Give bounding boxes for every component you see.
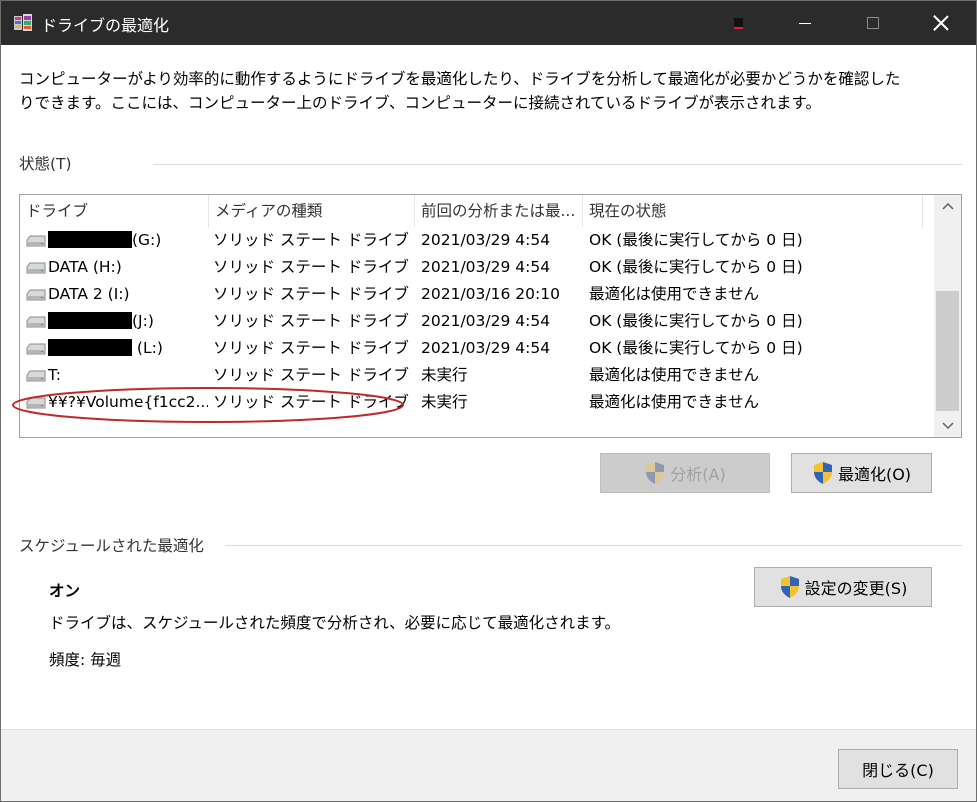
title-bar[interactable]: ドライブの最適化 xyxy=(1,1,976,45)
window-title: ドライブの最適化 xyxy=(41,16,170,35)
drive-media-type: ソリッド ステート ドライブ xyxy=(213,285,409,303)
analyze-button-label: 分析(A) xyxy=(670,465,726,484)
drive-current-status: OK (最後に実行してから 0 日) xyxy=(589,312,803,330)
change-settings-button-label: 設定の変更(S) xyxy=(804,579,908,598)
schedule-description: ドライブは、スケジュールされた頻度で分析され、必要に応じて最適化されます。 xyxy=(49,614,621,632)
column-header-drive[interactable]: ドライブ xyxy=(20,195,209,227)
drive-name: (G:) xyxy=(48,227,208,254)
drive-name-text: DATA 2 (I:) xyxy=(48,285,130,303)
drive-icon xyxy=(26,316,46,328)
drive-current-status: 最適化は使用できません xyxy=(589,366,760,384)
drive-row[interactable]: (L:) ソリッド ステート ドライブ 2021/03/29 4:54 OK (最後に… xyxy=(20,335,934,362)
drive-current-status: OK (最後に実行してから 0 日) xyxy=(589,231,803,249)
status-divider xyxy=(153,164,962,165)
schedule-state: オン xyxy=(49,582,81,600)
drive-last-run: 2021/03/16 20:10 xyxy=(421,285,560,303)
drive-row[interactable]: T: ソリッド ステート ドライブ 未実行 最適化は使用できません xyxy=(20,362,934,389)
drive-icon xyxy=(26,397,46,409)
column-header-current-status[interactable]: 現在の状態 xyxy=(583,195,923,227)
drive-current-status: 最適化は使用できません xyxy=(589,285,760,303)
maximize-icon xyxy=(867,17,879,29)
status-section-label: 状態(T) xyxy=(19,155,72,173)
drive-name: T: xyxy=(48,362,208,389)
redaction-bar xyxy=(48,312,132,329)
optimize-button[interactable]: 最適化(O) xyxy=(791,453,932,493)
drive-icon xyxy=(26,343,46,355)
maximize-button[interactable] xyxy=(839,1,907,45)
analyze-button[interactable]: 分析(A) xyxy=(600,453,770,493)
drive-last-run: 未実行 xyxy=(421,366,468,384)
drive-current-status: 最適化は使用できません xyxy=(589,393,760,411)
drive-row[interactable]: DATA (H:) ソリッド ステート ドライブ 2021/03/29 4:54 OK… xyxy=(20,254,934,281)
drive-media-type: ソリッド ステート ドライブ xyxy=(213,366,409,384)
drive-name: DATA (H:) xyxy=(48,254,208,281)
titlebar-marker xyxy=(734,18,743,29)
drive-name-text: (J:) xyxy=(132,312,154,330)
change-settings-button[interactable]: 設定の変更(S) xyxy=(754,567,932,607)
drive-row[interactable]: ¥¥?¥Volume{f1cc2... ソリッド ステート ドライブ 未実行 最適化は… xyxy=(20,389,934,416)
drive-icon xyxy=(26,235,46,247)
drive-row[interactable]: DATA 2 (I:) ソリッド ステート ドライブ 2021/03/16 20:1… xyxy=(20,281,934,308)
drive-name: (L:) xyxy=(48,335,208,362)
schedule-divider xyxy=(225,545,962,546)
drive-list[interactable]: ドライブ メディアの種類 前回の分析または最... 現在の状態 (G:) ソリッド… xyxy=(19,194,962,438)
scroll-down-button[interactable] xyxy=(934,415,961,437)
drive-last-run: 2021/03/29 4:54 xyxy=(421,258,551,276)
drive-media-type: ソリッド ステート ドライブ xyxy=(213,312,409,330)
drive-last-run: 2021/03/29 4:54 xyxy=(421,231,551,249)
schedule-frequency: 頻度: 毎週 xyxy=(49,651,122,669)
drive-last-run: 2021/03/29 4:54 xyxy=(421,339,551,357)
drive-name-text: (G:) xyxy=(132,231,162,249)
drive-current-status: OK (最後に実行してから 0 日) xyxy=(589,339,803,357)
drive-media-type: ソリッド ステート ドライブ xyxy=(213,231,409,249)
drive-name-text: DATA (H:) xyxy=(48,258,122,276)
drive-last-run: 2021/03/29 4:54 xyxy=(421,312,551,330)
drive-media-type: ソリッド ステート ドライブ xyxy=(213,339,409,357)
minimize-button[interactable] xyxy=(771,1,839,45)
scrollbar-thumb[interactable] xyxy=(936,291,959,411)
scroll-up-button[interactable] xyxy=(934,195,961,217)
drive-icon xyxy=(26,370,46,382)
drive-current-status: OK (最後に実行してから 0 日) xyxy=(589,258,803,276)
close-window-button[interactable] xyxy=(907,1,975,45)
drive-icon xyxy=(26,289,46,301)
column-header-last-run[interactable]: 前回の分析または最... xyxy=(415,195,583,227)
drive-name-text: ¥¥?¥Volume{f1cc2... xyxy=(48,393,208,411)
uac-shield-icon xyxy=(646,462,665,484)
defrag-app-icon xyxy=(14,14,32,31)
close-button[interactable]: 閉じる(C) xyxy=(838,749,958,789)
redaction-bar xyxy=(48,339,132,356)
drive-list-scrollbar[interactable] xyxy=(934,195,961,437)
drive-name: ¥¥?¥Volume{f1cc2... xyxy=(48,389,208,416)
close-icon xyxy=(933,15,949,31)
optimize-drives-window: ドライブの最適化 コンピューターがより効率的に動作するようにドライブを最適化した… xyxy=(0,0,977,802)
drive-last-run: 未実行 xyxy=(421,393,468,411)
drive-media-type: ソリッド ステート ドライブ xyxy=(213,393,409,411)
description-text: コンピューターがより効率的に動作するようにドライブを最適化したり、ドライブを分析… xyxy=(19,70,901,112)
drive-row[interactable]: (J:) ソリッド ステート ドライブ 2021/03/29 4:54 OK (最後に… xyxy=(20,308,934,335)
uac-shield-icon xyxy=(813,462,832,484)
drive-name-text: T: xyxy=(48,366,61,384)
drive-list-header: ドライブ メディアの種類 前回の分析または最... 現在の状態 xyxy=(20,195,934,227)
chevron-down-icon xyxy=(941,422,954,430)
drive-name: (J:) xyxy=(48,308,208,335)
drive-name-text: (L:) xyxy=(132,339,163,357)
redaction-bar xyxy=(48,231,132,248)
minimize-icon xyxy=(799,22,811,24)
schedule-section-label: スケジュールされた最適化 xyxy=(19,537,204,555)
drive-name: DATA 2 (I:) xyxy=(48,281,208,308)
dialog-footer: 閉じる(C) xyxy=(1,729,976,801)
column-header-media-type[interactable]: メディアの種類 xyxy=(209,195,415,227)
close-button-label: 閉じる(C) xyxy=(862,761,934,780)
uac-shield-icon xyxy=(780,576,799,598)
drive-icon xyxy=(26,262,46,274)
drive-media-type: ソリッド ステート ドライブ xyxy=(213,258,409,276)
drive-row[interactable]: (G:) ソリッド ステート ドライブ 2021/03/29 4:54 OK (最後に… xyxy=(20,227,934,254)
optimize-button-label: 最適化(O) xyxy=(837,465,912,484)
chevron-up-icon xyxy=(941,202,954,210)
